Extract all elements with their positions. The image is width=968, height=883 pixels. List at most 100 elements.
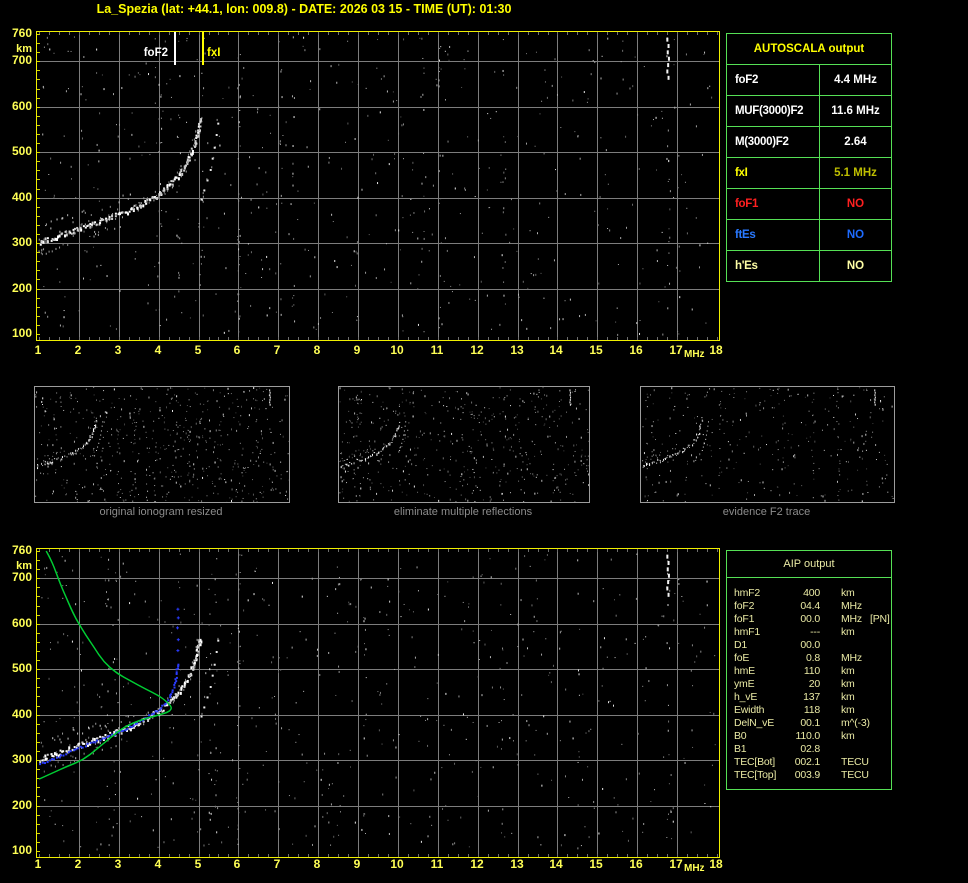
- aip-param: foF2: [734, 600, 755, 612]
- x-tick-label: 10: [390, 343, 404, 357]
- autoscala-param: M(3000)F2: [727, 127, 820, 157]
- autoscala-param: foF1: [727, 189, 820, 219]
- y-tick-label: 500: [11, 661, 32, 675]
- aip-row: hmF1 --- km: [734, 626, 891, 639]
- x-tick-label: 15: [589, 343, 603, 357]
- aip-unit: MHz: [841, 600, 862, 612]
- autoscala-row: foF1 NO: [727, 188, 891, 219]
- aip-table-title: AIP output: [727, 551, 891, 578]
- y-tick-label: 700: [11, 53, 32, 67]
- aip-unit: km: [841, 730, 855, 742]
- aip-value: 400: [803, 587, 820, 599]
- x-tick-label: 4: [154, 857, 162, 871]
- x-tick-label: 11: [430, 343, 444, 357]
- x-tick-label: 6: [233, 343, 241, 357]
- aip-row: B0 110.0 km: [734, 730, 891, 743]
- x-tick-label: 3: [114, 343, 122, 357]
- autoscala-value: NO: [846, 229, 865, 241]
- aip-unit: km: [841, 626, 855, 638]
- aip-row: Ewidth 118 km: [734, 704, 891, 717]
- aip-value: ---: [810, 626, 820, 638]
- y-tick-label: 100: [11, 843, 32, 857]
- aip-value: 20: [808, 678, 820, 690]
- aip-row: ymE 20 km: [734, 678, 891, 691]
- y-tick-label: 300: [11, 235, 32, 249]
- aip-value: 002.1: [794, 756, 820, 768]
- autoscala-row: MUF(3000)F2 11.6 MHz: [727, 95, 891, 126]
- x-tick-label: 7: [273, 857, 281, 871]
- aip-param: foF1: [734, 613, 755, 625]
- processing-panel: [34, 386, 290, 503]
- autoscala-param: MUF(3000)F2: [727, 96, 820, 126]
- aip-param: h_vE: [734, 691, 758, 703]
- aip-value: 00.0: [800, 639, 820, 651]
- aip-row: B1 02.8: [734, 743, 891, 756]
- aip-note: [PN]: [870, 613, 890, 625]
- autoscala-table-title: AUTOSCALA output: [753, 43, 865, 55]
- x-tick-label: 4: [154, 343, 162, 357]
- autoscala-row: fxI 5.1 MHz: [727, 157, 891, 188]
- x-tick-label: 12: [470, 343, 484, 357]
- aip-unit: TECU: [841, 769, 869, 781]
- aip-param: D1: [734, 639, 748, 651]
- y-tick-label: 300: [11, 752, 32, 766]
- aip-unit: TECU: [841, 756, 869, 768]
- fxi-marker-label: fxI: [207, 47, 221, 59]
- aip-row: D1 00.0: [734, 639, 891, 652]
- aip-value: 0.8: [806, 652, 820, 664]
- x-tick-label: 17: [669, 857, 683, 871]
- y-tick-label: 200: [11, 798, 32, 812]
- autoscala-param: foF2: [727, 65, 820, 95]
- x-tick-label: 18: [709, 343, 723, 357]
- autoscala-row: foF2 4.4 MHz: [727, 64, 891, 95]
- processing-panel-canvas: [641, 387, 894, 502]
- station-title: La_Spezia (lat: +44.1, lon: 009.8) - DAT…: [96, 2, 512, 16]
- autoscala-row: ftEs NO: [727, 219, 891, 250]
- x-tick-label: 2: [74, 857, 82, 871]
- x-tick-label: 8: [313, 857, 321, 871]
- x-tick-label: 16: [629, 343, 643, 357]
- autoscala-param: fxI: [727, 158, 820, 188]
- autoscala-row: M(3000)F2 2.64: [727, 126, 891, 157]
- y-tick-label: 760: [11, 26, 32, 40]
- aip-unit: m^(-3): [841, 717, 870, 729]
- processing-panel-canvas: [339, 387, 589, 502]
- aip-row: hmF2 400 km: [734, 587, 891, 600]
- autoscala-value: 5.1 MHz: [834, 167, 877, 179]
- aip-value: 110.0: [795, 730, 821, 742]
- aip-unit: km: [841, 678, 855, 690]
- y-tick-label: 700: [11, 570, 32, 584]
- autoscala-param: ftEs: [727, 220, 820, 250]
- panel-caption: original ionogram resized: [99, 506, 223, 518]
- aip-param: B0: [734, 730, 747, 742]
- aip-output-table: AIP output hmF2 400 km foF2 04.4 MHz foF1 00.0 M…: [726, 550, 892, 790]
- x-tick-label: 1: [34, 343, 42, 357]
- x-tick-label: 7: [273, 343, 281, 357]
- aip-row: hmE 110 km: [734, 665, 891, 678]
- x-tick-label: 9: [353, 343, 361, 357]
- aip-unit: km: [841, 587, 855, 599]
- aip-value: 00.1: [800, 717, 820, 729]
- fof2-marker-label: foF2: [143, 47, 168, 59]
- x-tick-label: 5: [194, 343, 202, 357]
- processing-panel-canvas: [35, 387, 289, 502]
- bottom-ionogram-canvas: [36, 548, 720, 858]
- processing-panel: [338, 386, 590, 503]
- y-tick-label: 400: [11, 707, 32, 721]
- aip-param: Ewidth: [734, 704, 765, 716]
- top-ionogram-canvas: [36, 31, 720, 341]
- x-tick-label: 8: [313, 343, 321, 357]
- y-tick-label: 400: [11, 190, 32, 204]
- x-tick-label: 13: [510, 857, 524, 871]
- panel-caption: eliminate multiple reflections: [393, 506, 533, 518]
- aip-param: hmE: [734, 665, 755, 677]
- autoscala-value: 4.4 MHz: [834, 74, 877, 86]
- aip-unit: km: [841, 665, 855, 677]
- aip-row: DelN_vE 00.1 m^(-3): [734, 717, 891, 730]
- aip-unit: MHz: [841, 652, 862, 664]
- x-tick-label: 14: [549, 857, 563, 871]
- x-tick-label: 17: [669, 343, 683, 357]
- x-tick-label: 5: [194, 857, 202, 871]
- autoscala-output-table: AUTOSCALA output foF2 4.4 MHz MUF(3000)F2 1…: [726, 33, 892, 282]
- aip-value: 003.9: [794, 769, 820, 781]
